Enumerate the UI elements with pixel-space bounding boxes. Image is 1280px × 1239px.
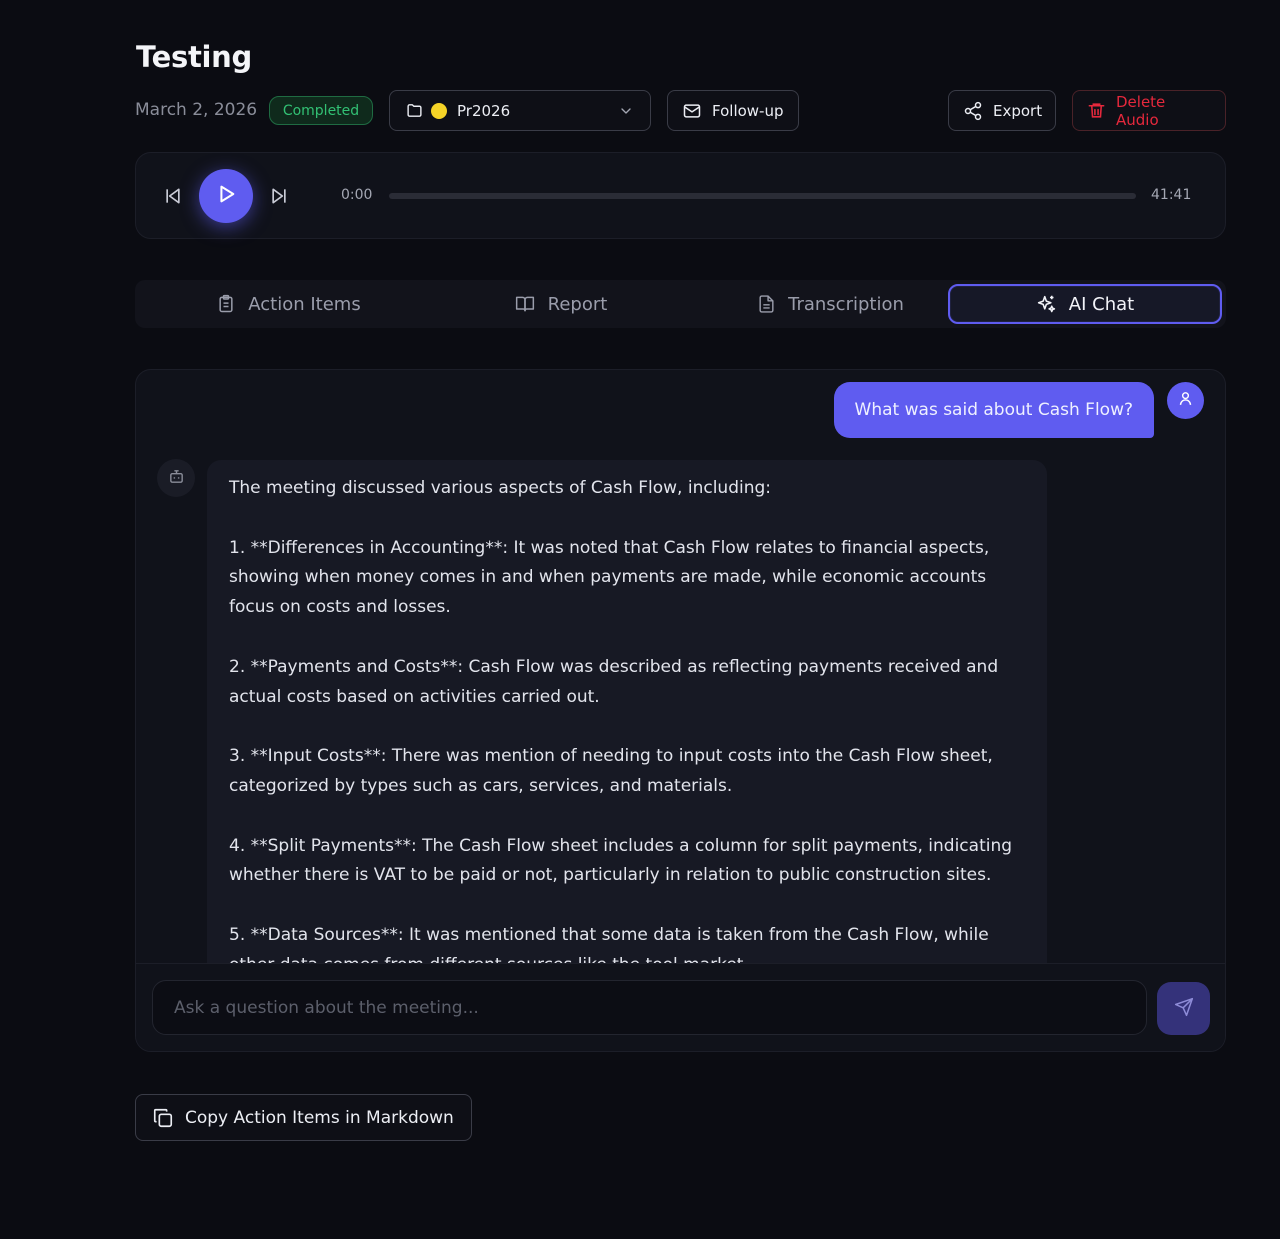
chat-panel: What was said about Cash Flow? The meeti…: [135, 369, 1226, 1052]
trash-icon: [1087, 101, 1106, 120]
copy-action-items-button[interactable]: Copy Action Items in Markdown: [135, 1094, 472, 1141]
status-badge: Completed: [269, 96, 373, 125]
tab-report[interactable]: Report: [425, 284, 696, 324]
user-icon: [1177, 390, 1194, 411]
assistant-message: The meeting discussed various aspects of…: [207, 460, 1047, 963]
mail-icon: [682, 101, 702, 121]
meeting-date: March 2, 2026: [135, 100, 258, 120]
bot-icon: [168, 468, 185, 489]
folder-name: Pr2026: [457, 101, 511, 120]
export-button[interactable]: Export: [948, 90, 1056, 131]
send-icon: [1174, 997, 1194, 1021]
assistant-paragraph: 3. **Input Costs**: There was mention of…: [229, 746, 993, 796]
audio-player: 0:00 41:41: [135, 152, 1226, 239]
skip-back-icon[interactable]: [162, 186, 184, 210]
book-icon: [514, 294, 536, 314]
assistant-paragraph: 2. **Payments and Costs**: Cash Flow was…: [229, 656, 999, 707]
play-button[interactable]: [199, 169, 253, 223]
chat-input[interactable]: [152, 980, 1147, 1035]
tab-transcription[interactable]: Transcription: [695, 284, 966, 324]
chevron-down-icon: [618, 103, 634, 119]
chat-input-bar: [136, 963, 1225, 1051]
share-icon: [963, 101, 983, 121]
tab-bar: Action Items Report Transcription AI Cha…: [135, 280, 1226, 328]
folder-select[interactable]: Pr2026: [389, 90, 651, 131]
chat-messages[interactable]: What was said about Cash Flow? The meeti…: [136, 370, 1225, 963]
progress-bar[interactable]: [389, 193, 1136, 199]
skip-forward-icon[interactable]: [268, 186, 290, 210]
current-time: 0:00: [341, 187, 373, 203]
send-button[interactable]: [1157, 982, 1210, 1035]
delete-audio-button[interactable]: Delete Audio: [1072, 90, 1226, 131]
tab-action-items[interactable]: Action Items: [153, 284, 424, 324]
follow-up-button[interactable]: Follow-up: [667, 90, 799, 131]
copy-label: Copy Action Items in Markdown: [185, 1107, 454, 1128]
file-text-icon: [757, 294, 776, 314]
sparkles-icon: [1036, 294, 1057, 315]
user-avatar: [1167, 382, 1204, 419]
page-title: Testing: [136, 40, 252, 74]
play-icon: [215, 183, 237, 209]
export-label: Export: [993, 101, 1043, 120]
clipboard-icon: [216, 294, 236, 314]
tab-label: AI Chat: [1068, 293, 1135, 315]
folder-icon: [406, 102, 423, 119]
folder-color-dot: [431, 102, 447, 119]
assistant-paragraph: 1. **Differences in Accounting**: It was…: [229, 537, 990, 618]
total-time: 41:41: [1151, 187, 1192, 203]
assistant-paragraph: The meeting discussed various aspects of…: [229, 478, 772, 498]
bot-avatar: [157, 459, 195, 497]
user-message: What was said about Cash Flow?: [833, 382, 1154, 438]
assistant-paragraph: 5. **Data Sources**: It was mentioned th…: [229, 924, 989, 963]
delete-audio-label: Delete Audio: [1116, 92, 1166, 129]
copy-icon: [152, 1107, 174, 1129]
tab-label: Report: [547, 293, 608, 315]
follow-up-label: Follow-up: [712, 101, 784, 120]
tab-label: Action Items: [248, 293, 361, 315]
tab-ai-chat[interactable]: AI Chat: [948, 284, 1222, 324]
assistant-paragraph: 4. **Split Payments**: The Cash Flow she…: [229, 835, 1013, 886]
tab-label: Transcription: [788, 293, 904, 315]
